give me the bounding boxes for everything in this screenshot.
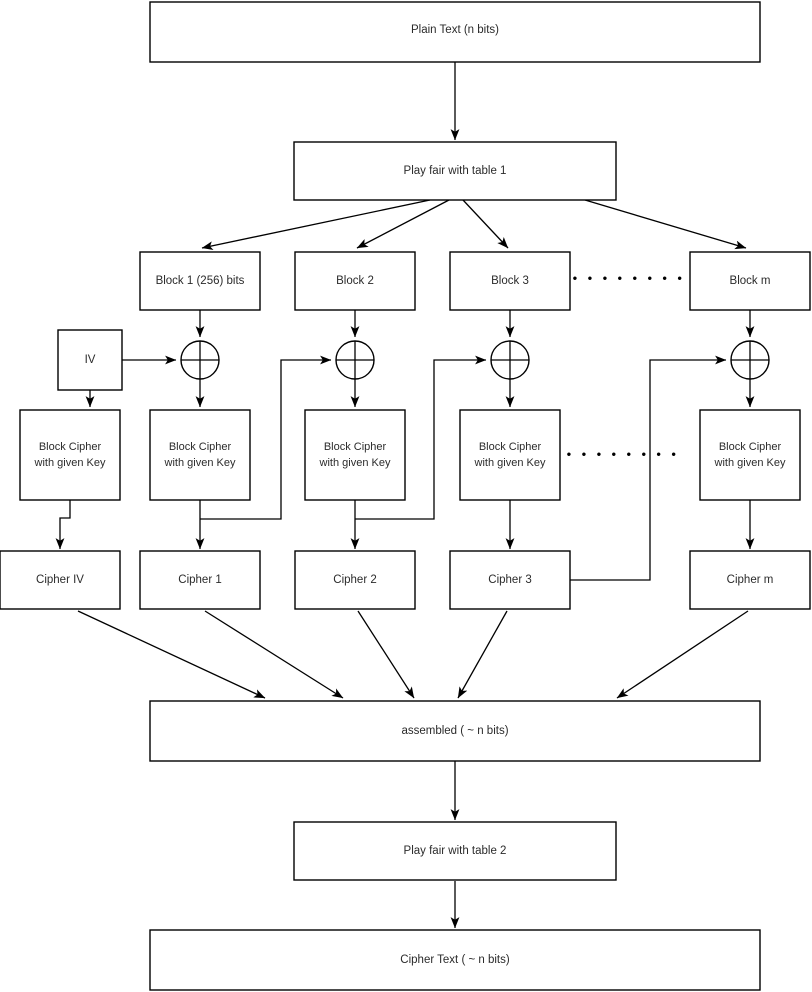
node-block-m[interactable]: Block m (689, 251, 811, 311)
block-m-label: Block m (730, 275, 771, 287)
edge-cipher1-to-assembled (204, 610, 344, 699)
edge-playfair1-to-blockm (584, 199, 747, 250)
ciphers-row-ellipsis: • • • • • • • • (567, 446, 680, 461)
node-block-cipher-1[interactable]: Block Cipher with given Key (149, 409, 251, 501)
blocks-row-ellipsis: • • • • • • • • (573, 270, 686, 285)
node-block-2[interactable]: Block 2 (294, 251, 416, 311)
cipher-2-label: Cipher 2 (333, 574, 376, 586)
playfair-1-label: Play fair with table 1 (404, 165, 507, 177)
edge-cipher-iv-to-assembled (77, 610, 266, 699)
block-2-label: Block 2 (336, 275, 374, 287)
node-block-cipher-2[interactable]: Block Cipher with given Key (304, 409, 406, 501)
node-iv[interactable]: IV (57, 329, 123, 391)
edge-playfair1-to-block2 (356, 199, 450, 249)
block-cipher-3-label-line2: with given Key (474, 457, 546, 469)
block-cipher-3-label-line1: Block Cipher (479, 441, 542, 453)
node-cipher-text[interactable]: Cipher Text ( ~ n bits) (149, 929, 761, 991)
block-cipher-2-label-line2: with given Key (319, 457, 391, 469)
block-cipher-3-box[interactable] (459, 409, 561, 501)
edge-playfair1-to-block3 (462, 199, 509, 249)
node-playfair-table-2[interactable]: Play fair with table 2 (293, 821, 617, 881)
assembled-label: assembled ( ~ n bits) (401, 725, 508, 737)
block-cipher-iv-label-line2: with given Key (34, 457, 106, 469)
cipher-iv-label: Cipher IV (36, 574, 84, 586)
node-cipher-iv[interactable]: Cipher IV (0, 550, 121, 610)
cipher-m-label: Cipher m (727, 574, 774, 586)
flowchart-canvas: Plain Text (n bits) Play fair with table… (0, 1, 811, 991)
node-cipher-3[interactable]: Cipher 3 (449, 550, 571, 610)
node-plain-text[interactable]: Plain Text (n bits) (149, 1, 761, 63)
playfair-2-label: Play fair with table 2 (404, 845, 507, 857)
cipher-text-label: Cipher Text ( ~ n bits) (400, 954, 510, 966)
node-cipher-2[interactable]: Cipher 2 (294, 550, 416, 610)
block-cipher-2-label-line1: Block Cipher (324, 441, 387, 453)
node-cipher-1[interactable]: Cipher 1 (139, 550, 261, 610)
edge-cipher3-to-assembled (457, 610, 508, 699)
edge-blockcipher-iv-to-cipher-iv (55, 500, 71, 550)
block-cipher-m-box[interactable] (699, 409, 801, 501)
node-playfair-table-1[interactable]: Play fair with table 1 (293, 141, 617, 201)
node-block-cipher-m[interactable]: Block Cipher with given Key (699, 409, 801, 501)
node-block-3[interactable]: Block 3 (449, 251, 571, 311)
node-cipher-m[interactable]: Cipher m (689, 550, 811, 610)
node-block-cipher-iv[interactable]: Block Cipher with given Key (19, 409, 121, 501)
xor-icon-m[interactable] (730, 340, 770, 380)
xor-icon-3[interactable] (490, 340, 530, 380)
edge-playfair1-to-block1 (201, 199, 431, 251)
block-3-label: Block 3 (491, 275, 529, 287)
block-cipher-m-label-line1: Block Cipher (719, 441, 782, 453)
node-block-1[interactable]: Block 1 (256) bits (139, 251, 261, 311)
block-cipher-1-label-line1: Block Cipher (169, 441, 232, 453)
block-cipher-iv-box[interactable] (19, 409, 121, 501)
block-cipher-m-label-line2: with given Key (714, 457, 786, 469)
flowchart-diagram: Plain Text (n bits) Play fair with table… (0, 0, 812, 992)
xor-icon-1[interactable] (180, 340, 220, 380)
cipher-1-label: Cipher 1 (178, 574, 221, 586)
plain-text-label: Plain Text (n bits) (411, 24, 499, 36)
block-cipher-2-box[interactable] (304, 409, 406, 501)
node-assembled[interactable]: assembled ( ~ n bits) (149, 700, 761, 762)
edge-cipherm-to-assembled (616, 610, 749, 699)
iv-label: IV (85, 354, 96, 366)
xor-icon-2[interactable] (335, 340, 375, 380)
edge-cipher2-to-assembled (357, 610, 415, 699)
block-1-label: Block 1 (256) bits (156, 275, 245, 287)
cipher-3-label: Cipher 3 (488, 574, 531, 586)
node-block-cipher-3[interactable]: Block Cipher with given Key (459, 409, 561, 501)
block-cipher-1-label-line2: with given Key (164, 457, 236, 469)
block-cipher-iv-label-line1: Block Cipher (39, 441, 102, 453)
block-cipher-1-box[interactable] (149, 409, 251, 501)
